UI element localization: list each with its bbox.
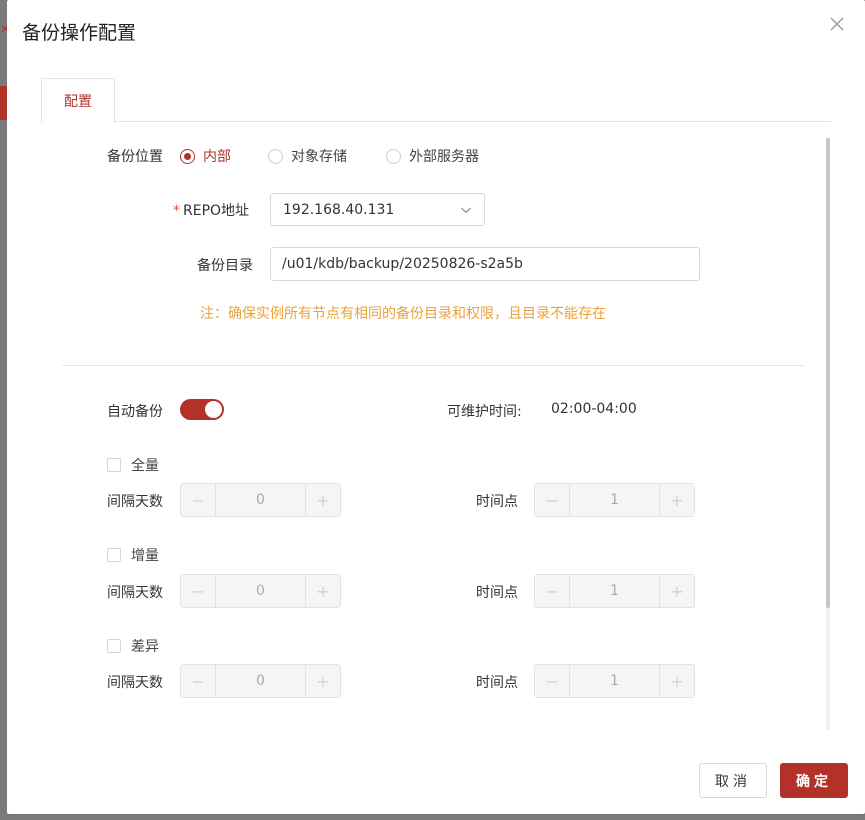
stepper-value[interactable]: 1 bbox=[570, 665, 659, 697]
checkbox-label: 全量 bbox=[131, 458, 159, 474]
close-icon[interactable] bbox=[827, 14, 847, 34]
chevron-down-icon bbox=[461, 207, 471, 214]
backdrop-fragment bbox=[0, 86, 7, 120]
decrement-button[interactable]: − bbox=[535, 484, 570, 516]
full-backup-checkbox[interactable]: 全量 bbox=[107, 455, 159, 475]
stepper-value[interactable]: 0 bbox=[216, 665, 305, 697]
backup-location-label: 备份位置 bbox=[107, 149, 163, 165]
stepper-value[interactable]: 1 bbox=[570, 575, 659, 607]
required-mark: * bbox=[173, 203, 180, 219]
repo-label-text: REPO地址 bbox=[183, 203, 250, 219]
radio-dot bbox=[268, 148, 283, 164]
radio-label: 对象存储 bbox=[291, 149, 347, 165]
differential-backup-checkbox[interactable]: 差异 bbox=[107, 636, 159, 656]
differential-time-stepper[interactable]: − 1 + bbox=[534, 664, 695, 698]
increment-button[interactable]: + bbox=[659, 575, 694, 607]
incremental-backup-checkbox[interactable]: 增量 bbox=[107, 545, 159, 565]
decrement-button[interactable]: − bbox=[181, 484, 216, 516]
checkbox-box bbox=[107, 548, 121, 562]
increment-button[interactable]: + bbox=[305, 665, 340, 697]
incremental-time-label: 时间点 bbox=[476, 585, 518, 601]
stepper-value[interactable]: 1 bbox=[570, 484, 659, 516]
scrollbar-thumb[interactable] bbox=[826, 138, 830, 608]
differential-interval-stepper[interactable]: − 0 + bbox=[180, 664, 341, 698]
full-interval-label: 间隔天数 bbox=[107, 494, 163, 510]
tab-config[interactable]: 配置 bbox=[41, 78, 115, 123]
backup-config-dialog: 备份操作配置 配置 备份位置 内部 对象存储 外部服务器 * REPO地址 192… bbox=[7, 0, 865, 814]
increment-button[interactable]: + bbox=[305, 575, 340, 607]
repo-address-select[interactable]: 192.168.40.131 bbox=[270, 193, 485, 226]
differential-interval-label: 间隔天数 bbox=[107, 675, 163, 691]
increment-button[interactable]: + bbox=[305, 484, 340, 516]
full-interval-stepper[interactable]: − 0 + bbox=[180, 483, 341, 517]
confirm-button[interactable]: 确定 bbox=[780, 763, 848, 798]
checkbox-box bbox=[107, 458, 121, 472]
checkbox-label: 增量 bbox=[131, 548, 159, 564]
increment-button[interactable]: + bbox=[659, 484, 694, 516]
radio-dot bbox=[180, 148, 195, 164]
backup-dir-input[interactable] bbox=[270, 247, 700, 281]
checkbox-box bbox=[107, 639, 121, 653]
auto-backup-label: 自动备份 bbox=[107, 404, 163, 420]
repo-address-label: * REPO地址 bbox=[173, 200, 249, 220]
radio-label: 内部 bbox=[203, 149, 231, 165]
section-divider bbox=[62, 365, 804, 366]
differential-time-label: 时间点 bbox=[476, 675, 518, 691]
backup-dir-note: 注：确保实例所有节点有相同的备份目录和权限，且目录不能存在 bbox=[200, 306, 606, 322]
decrement-button[interactable]: − bbox=[535, 665, 570, 697]
incremental-interval-stepper[interactable]: − 0 + bbox=[180, 574, 341, 608]
stepper-value[interactable]: 0 bbox=[216, 484, 305, 516]
checkbox-label: 差异 bbox=[131, 639, 159, 655]
incremental-interval-label: 间隔天数 bbox=[107, 585, 163, 601]
toggle-knob bbox=[205, 401, 222, 418]
full-time-stepper[interactable]: − 1 + bbox=[534, 483, 695, 517]
decrement-button[interactable]: − bbox=[535, 575, 570, 607]
dialog-title: 备份操作配置 bbox=[22, 22, 137, 44]
radio-dot bbox=[386, 148, 401, 164]
backup-dir-label: 备份目录 bbox=[197, 258, 253, 274]
decrement-button[interactable]: − bbox=[181, 575, 216, 607]
radio-internal[interactable]: 内部 bbox=[180, 146, 231, 166]
incremental-time-stepper[interactable]: − 1 + bbox=[534, 574, 695, 608]
radio-object-storage[interactable]: 对象存储 bbox=[268, 146, 347, 166]
cancel-button[interactable]: 取消 bbox=[699, 763, 767, 798]
radio-external-server[interactable]: 外部服务器 bbox=[386, 146, 479, 166]
decrement-button[interactable]: − bbox=[181, 665, 216, 697]
full-time-label: 时间点 bbox=[476, 494, 518, 510]
tab-bar: 配置 bbox=[41, 78, 831, 123]
radio-label: 外部服务器 bbox=[409, 149, 479, 165]
maintenance-window-value: 02:00-04:00 bbox=[551, 401, 637, 417]
repo-address-value: 192.168.40.131 bbox=[283, 201, 395, 218]
increment-button[interactable]: + bbox=[659, 665, 694, 697]
stepper-value[interactable]: 0 bbox=[216, 575, 305, 607]
maintenance-window-label: 可维护时间: bbox=[447, 404, 522, 420]
auto-backup-toggle[interactable] bbox=[180, 399, 224, 420]
